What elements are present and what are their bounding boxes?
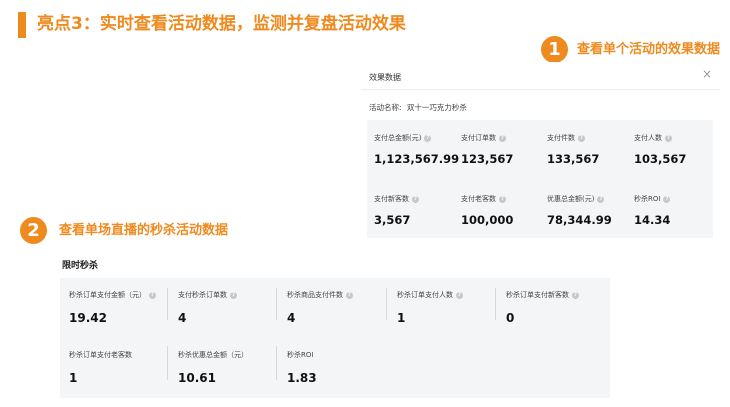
step-1-badge: 1 — [541, 36, 568, 63]
help-icon[interactable]: ? — [578, 134, 585, 142]
metric-label: 支付人数 — [634, 134, 662, 142]
step-1-title: 查看单个活动的效果数据 — [577, 42, 721, 57]
metric-value: 123,567 — [461, 152, 514, 166]
activity-name-value: 双十一巧克力秒杀 — [406, 103, 467, 112]
metric-value: 10.61 — [178, 371, 216, 385]
metric-label: 支付秒杀订单数 — [178, 291, 227, 299]
section-title: 限时秒杀 — [62, 261, 99, 271]
help-icon[interactable]: ? — [665, 134, 672, 142]
flash-sale-metrics-grid: 秒杀订单支付金额（元）? 19.42 支付秒杀订单数? 4 秒杀商品支付件数? … — [60, 278, 610, 398]
panel-metrics-grid: 支付总金额(元)? 1,123,567.99 支付订单数? 123,567 支付… — [367, 120, 713, 238]
close-icon[interactable]: × — [702, 67, 712, 81]
metric-label: 秒杀ROI — [634, 195, 661, 203]
help-icon[interactable]: ? — [597, 195, 605, 203]
activity-name-row: 活动名称: 双十一巧克力秒杀 — [369, 102, 467, 113]
help-icon[interactable]: ? — [149, 291, 156, 299]
metric-label: 秒杀订单支付金额（元） — [69, 291, 146, 299]
flash-order-count: 支付秒杀订单数? 4 — [178, 290, 237, 325]
metric-label: 支付总金额(元) — [374, 134, 422, 142]
metric-label: 秒杀订单支付老客数 — [69, 351, 132, 359]
metric-value: 4 — [178, 311, 187, 325]
metric-discount-total: 优惠总金额(元)? 78,344.99 — [547, 194, 612, 227]
metric-value: 1 — [69, 371, 78, 385]
metric-value: 4 — [287, 311, 296, 325]
metric-value: 3,567 — [374, 213, 411, 227]
flash-roi: 秒杀ROI 1.83 — [287, 350, 317, 385]
metric-label: 秒杀订单支付新客数 — [506, 291, 569, 299]
help-icon[interactable]: ? — [412, 195, 419, 203]
flash-new-customers: 秒杀订单支付新客数? 0 — [506, 290, 579, 325]
column-divider — [386, 288, 387, 320]
metric-value: 1,123,567.99 — [374, 152, 460, 166]
flash-buyer-count: 秒杀订单支付人数? 1 — [397, 290, 463, 325]
metric-label: 支付件数 — [547, 134, 575, 142]
metric-value: 1 — [397, 311, 406, 325]
page-title: 亮点3：实时查看活动数据，监测并复盘活动效果 — [37, 14, 406, 34]
help-icon[interactable]: ? — [230, 291, 237, 299]
metric-label: 支付订单数 — [461, 134, 496, 142]
title-accent-bar — [18, 12, 26, 38]
help-icon[interactable]: ? — [499, 195, 506, 203]
metric-label: 优惠总金额(元) — [547, 195, 595, 203]
metric-label: 秒杀优惠总金额（元） — [178, 351, 248, 359]
metric-value: 100,000 — [461, 213, 514, 227]
metric-value: 19.42 — [69, 311, 107, 325]
help-icon[interactable]: ? — [424, 134, 432, 142]
panel-divider — [361, 89, 720, 90]
metric-label: 支付新客数 — [374, 195, 409, 203]
flash-order-amount: 秒杀订单支付金额（元）? 19.42 — [69, 290, 156, 325]
metric-label: 支付老客数 — [461, 195, 496, 203]
help-icon[interactable]: ? — [499, 134, 506, 142]
help-icon[interactable]: ? — [572, 291, 579, 299]
column-divider — [167, 288, 168, 320]
flash-discount-total: 秒杀优惠总金额（元） 10.61 — [178, 350, 248, 385]
column-divider — [276, 346, 277, 380]
metric-label: 秒杀商品支付件数 — [287, 291, 343, 299]
metric-value: 14.34 — [634, 213, 671, 227]
column-divider — [276, 288, 277, 320]
activity-name-label: 活动名称: — [369, 103, 402, 112]
metric-value: 78,344.99 — [547, 213, 612, 227]
metric-value: 133,567 — [547, 152, 600, 166]
help-icon[interactable]: ? — [456, 291, 463, 299]
metric-label: 秒杀ROI — [287, 351, 314, 359]
metric-roi: 秒杀ROI? 14.34 — [634, 194, 671, 227]
step-2-badge: 2 — [20, 217, 47, 244]
flash-returning-customers: 秒杀订单支付老客数 1 — [69, 350, 132, 385]
metric-item-count: 支付件数? 133,567 — [547, 133, 599, 166]
help-icon[interactable]: ? — [346, 291, 353, 299]
step-2-title: 查看单场直播的秒杀活动数据 — [59, 223, 229, 238]
effect-data-panel: 效果数据 × 活动名称: 双十一巧克力秒杀 支付总金额(元)? 1,123,56… — [361, 62, 720, 242]
column-divider — [167, 346, 168, 380]
flash-item-count: 秒杀商品支付件数? 4 — [287, 290, 353, 325]
panel-header: 效果数据 — [369, 73, 401, 82]
metric-buyer-count: 支付人数? 103,567 — [634, 133, 686, 166]
metric-order-count: 支付订单数? 123,567 — [461, 133, 513, 166]
metric-value: 1.83 — [287, 371, 317, 385]
metric-total-payment: 支付总金额(元)? 1,123,567.99 — [374, 133, 459, 166]
metric-label: 秒杀订单支付人数 — [397, 291, 453, 299]
help-icon[interactable]: ? — [663, 195, 671, 203]
metric-value: 0 — [506, 311, 515, 325]
metric-new-customers: 支付新客数? 3,567 — [374, 194, 419, 227]
metric-returning-customers: 支付老客数? 100,000 — [461, 194, 513, 227]
column-divider — [495, 288, 496, 320]
metric-value: 103,567 — [634, 152, 687, 166]
